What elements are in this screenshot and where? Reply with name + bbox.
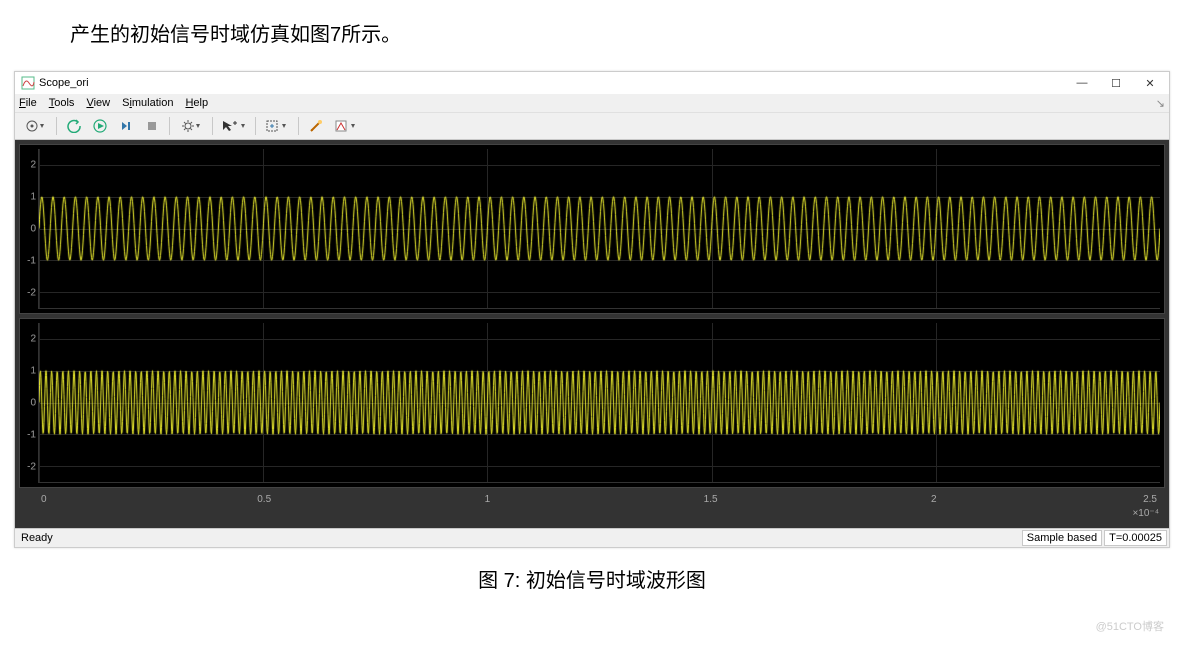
y-tick-label: -2 [22, 462, 36, 473]
y-tick-label: 1 [22, 366, 36, 377]
close-button[interactable]: ✕ [1133, 72, 1167, 94]
measure-button[interactable] [304, 115, 328, 137]
statusbar: Ready Sample based T=0.00025 [15, 528, 1169, 547]
x-tick-label: 2 [931, 494, 937, 505]
menu-tools[interactable]: Tools [49, 97, 75, 109]
figure-caption: 图 7: 初始信号时域波形图 [0, 548, 1184, 593]
x-tick-label: 2.5 [1143, 494, 1157, 505]
titlebar[interactable]: Scope_ori — ☐ ✕ [15, 72, 1169, 94]
status-time: T=0.00025 [1104, 530, 1167, 546]
scope-window: Scope_ori — ☐ ✕ File Tools View Simulati… [14, 71, 1170, 548]
menubar: File Tools View Simulation Help ↘ [15, 94, 1169, 112]
highlight-dropdown-button[interactable] [330, 115, 362, 137]
y-tick-label: 0 [22, 224, 36, 235]
minimize-button[interactable]: — [1065, 72, 1099, 94]
x-tick-label: 0.5 [257, 494, 271, 505]
play-button[interactable] [88, 115, 112, 137]
y-tick-label: 2 [22, 160, 36, 171]
watermark: @51CTO博客 [1096, 618, 1164, 634]
settings-dropdown-button[interactable] [175, 115, 207, 137]
cursor-dropdown-button[interactable] [218, 115, 250, 137]
y-tick-label: -1 [22, 256, 36, 267]
plot-panel-2[interactable]: -2-1012-2-1012 [19, 318, 1165, 488]
plot-area-2 [38, 323, 1160, 483]
toolbar [15, 112, 1169, 140]
x-axis-exponent: ×10⁻⁴ [1132, 508, 1159, 519]
plot-panel-1[interactable]: -2-1012-2-1012 [19, 144, 1165, 314]
window-title: Scope_ori [39, 77, 89, 89]
menu-file[interactable]: File [19, 97, 37, 109]
status-mode: Sample based [1022, 530, 1102, 546]
print-dropdown-button[interactable] [19, 115, 51, 137]
step-forward-button[interactable] [114, 115, 138, 137]
zoom-box-dropdown-button[interactable] [261, 115, 293, 137]
x-axis: ×10⁻⁴ 0 0.5 1 1.5 2 2.5 [19, 492, 1165, 524]
scope-area: -2-1012-2-1012 -2-1012-2-1012 ×10⁻⁴ 00.5… [15, 140, 1169, 528]
y-tick-label: -1 [22, 430, 36, 441]
x-tick-label: 1 [485, 494, 491, 505]
y-tick-label: 2 [22, 334, 36, 345]
x-tick-label: 1.5 [704, 494, 718, 505]
menu-simulation[interactable]: Simulation [122, 97, 173, 109]
run-back-button[interactable] [62, 115, 86, 137]
stop-button[interactable] [140, 115, 164, 137]
maximize-button[interactable]: ☐ [1099, 72, 1133, 94]
status-text: Ready [17, 532, 53, 544]
y-tick-label: -2 [22, 288, 36, 299]
menu-view[interactable]: View [86, 97, 110, 109]
y-tick-label: 1 [22, 192, 36, 203]
doc-intro-text: 产生的初始信号时域仿真如图7所示。 [0, 0, 1184, 47]
app-icon [21, 76, 35, 90]
x-tick-label: 0 [41, 494, 47, 505]
menu-help[interactable]: Help [185, 97, 208, 109]
menu-corner-icon[interactable]: ↘ [1156, 97, 1165, 110]
y-tick-label: 0 [22, 398, 36, 409]
plot-area-1 [38, 149, 1160, 309]
